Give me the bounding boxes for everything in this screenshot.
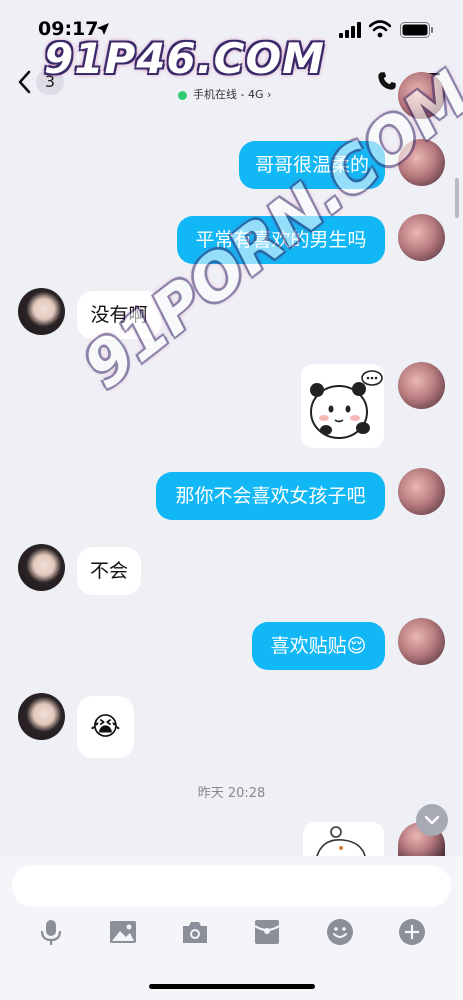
- message-text: 喜欢贴贴: [270, 634, 347, 657]
- avatar-her[interactable]: [18, 544, 65, 591]
- message-bubble-her[interactable]: 不会: [77, 547, 141, 595]
- image-icon[interactable]: [109, 918, 137, 946]
- avatar-her[interactable]: [18, 693, 65, 740]
- crying-face-emoji[interactable]: 😭: [77, 696, 134, 758]
- message-input[interactable]: [12, 865, 451, 907]
- emoji-icon[interactable]: [326, 918, 354, 946]
- online-dot-icon: [178, 90, 187, 100]
- plus-icon[interactable]: [398, 918, 426, 946]
- avatar-me[interactable]: [398, 618, 445, 665]
- back-chevron-icon[interactable]: [14, 68, 36, 96]
- chevron-down-icon: [424, 815, 440, 825]
- time-separator: 昨天 20:28: [197, 786, 266, 801]
- input-bar: [0, 856, 463, 1000]
- avatar-me[interactable]: [398, 468, 445, 515]
- cellular-signal-icon: [339, 22, 361, 38]
- watermark-top: 91P46.COM: [44, 34, 325, 83]
- chevron-right-icon: ›: [263, 88, 272, 101]
- avatar-me[interactable]: [398, 362, 445, 409]
- partial-sticker-icon: [316, 826, 366, 856]
- partial-sticker[interactable]: [303, 822, 384, 856]
- panda-thinking-sticker[interactable]: [301, 364, 384, 448]
- phone-icon[interactable]: [376, 70, 398, 92]
- avatar-me[interactable]: [398, 214, 445, 261]
- scrollbar[interactable]: [455, 178, 459, 218]
- camera-icon[interactable]: [181, 918, 209, 946]
- online-status[interactable]: 手机在线 - 4G ›: [178, 86, 271, 102]
- red-packet-icon[interactable]: [253, 918, 281, 946]
- scroll-to-bottom-button[interactable]: [416, 804, 448, 836]
- home-indicator: [149, 984, 315, 989]
- battery-icon: [400, 22, 433, 38]
- online-status-text: 手机在线 - 4G: [193, 88, 264, 101]
- panda-sticker-icon: [310, 370, 383, 439]
- wifi-icon: [369, 20, 391, 38]
- relieved-face-emoji: 😌: [346, 634, 367, 657]
- avatar-her[interactable]: [18, 288, 65, 335]
- mic-icon[interactable]: [37, 918, 65, 946]
- message-bubble-me[interactable]: 那你不会喜欢女孩子吧: [156, 472, 385, 520]
- message-bubble-me[interactable]: 喜欢贴贴 😌: [252, 622, 385, 670]
